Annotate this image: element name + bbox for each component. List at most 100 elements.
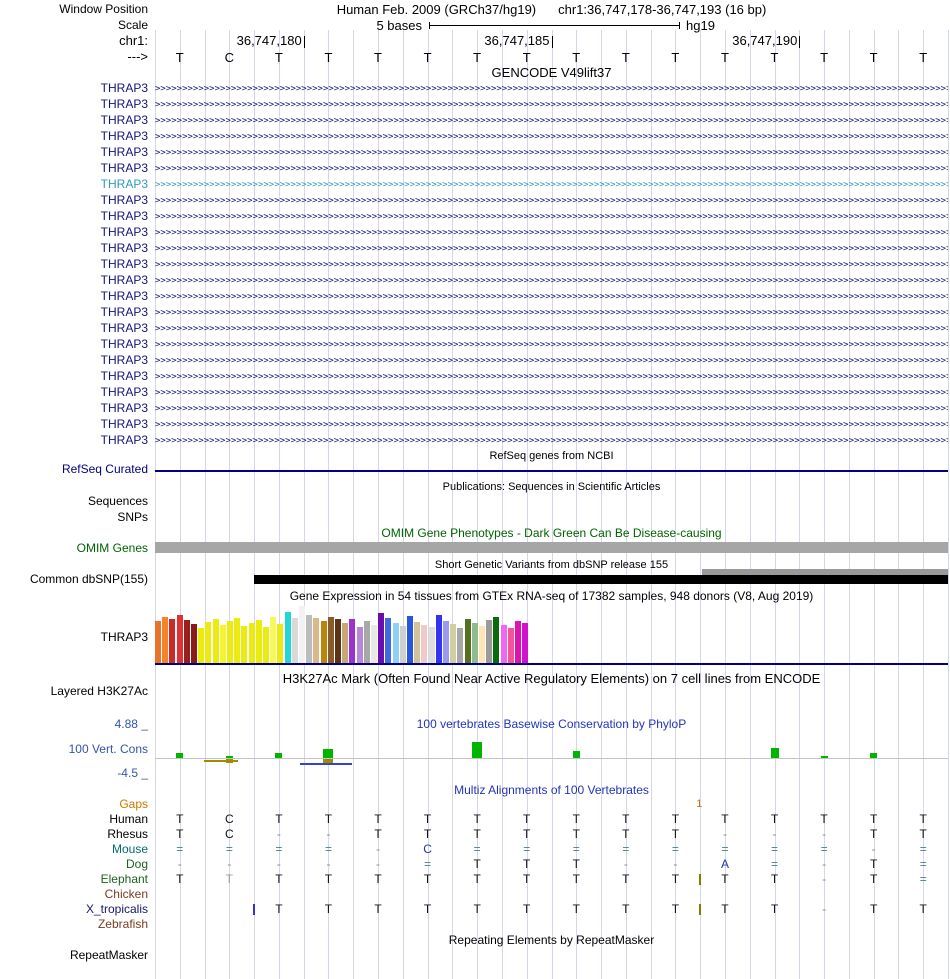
gtex-expression-bar[interactable] (515, 621, 521, 663)
gtex-expression-bar[interactable] (212, 619, 219, 663)
gtex-expression-bar[interactable] (464, 619, 471, 663)
multiz-species-label[interactable]: Chicken (0, 887, 148, 902)
transcript-label[interactable]: THRAP3 (0, 241, 148, 256)
transcript-intron-arrows[interactable]: >>>>>>>>>>>>>>>>>>>>>>>>>>>>>>>>>>>>>>>>… (155, 293, 948, 303)
transcript-intron-arrows[interactable]: >>>>>>>>>>>>>>>>>>>>>>>>>>>>>>>>>>>>>>>>… (155, 181, 948, 191)
transcript-label[interactable]: THRAP3 (0, 353, 148, 368)
transcript-intron-arrows[interactable]: >>>>>>>>>>>>>>>>>>>>>>>>>>>>>>>>>>>>>>>>… (155, 277, 948, 287)
gtex-expression-bar[interactable] (522, 623, 529, 663)
track-title-multiz[interactable]: Multiz Alignments of 100 Vertebrates (155, 784, 948, 797)
transcript-label[interactable]: THRAP3 (0, 209, 148, 224)
gtex-expression-bar[interactable] (335, 619, 341, 663)
dbsnp-label[interactable]: Common dbSNP(155) (0, 572, 148, 586)
multiz-species-label[interactable]: Rhesus (0, 827, 148, 842)
h3k27ac-label[interactable]: Layered H3K27Ac (0, 684, 148, 698)
transcript-intron-arrows[interactable]: >>>>>>>>>>>>>>>>>>>>>>>>>>>>>>>>>>>>>>>>… (155, 85, 948, 95)
gtex-expression-bar[interactable] (299, 606, 305, 663)
transcript-intron-arrows[interactable]: >>>>>>>>>>>>>>>>>>>>>>>>>>>>>>>>>>>>>>>>… (155, 213, 948, 223)
dbsnp-variant-black[interactable] (254, 575, 948, 584)
gtex-expression-bar[interactable] (313, 618, 320, 663)
transcript-label[interactable]: THRAP3 (0, 161, 148, 176)
gtex-expression-bar[interactable] (234, 618, 241, 663)
gtex-gene-label[interactable]: THRAP3 (0, 630, 148, 644)
gtex-expression-bar[interactable] (399, 626, 406, 663)
transcript-label[interactable]: THRAP3 (0, 273, 148, 288)
transcript-label[interactable]: THRAP3 (0, 257, 148, 272)
gtex-expression-bar[interactable] (371, 625, 377, 663)
gtex-expression-bar[interactable] (428, 627, 435, 663)
transcript-label[interactable]: THRAP3 (0, 129, 148, 144)
gtex-expression-bar[interactable] (500, 625, 507, 663)
gtex-expression-bar[interactable] (363, 621, 370, 663)
multiz-species-label[interactable]: X_tropicalis (0, 902, 148, 917)
transcript-intron-arrows[interactable]: >>>>>>>>>>>>>>>>>>>>>>>>>>>>>>>>>>>>>>>>… (155, 149, 948, 159)
transcript-label[interactable]: THRAP3 (0, 321, 148, 336)
multiz-species-label[interactable]: Zebrafish (0, 917, 148, 932)
transcript-label[interactable]: THRAP3 (0, 193, 148, 208)
transcript-intron-arrows[interactable]: >>>>>>>>>>>>>>>>>>>>>>>>>>>>>>>>>>>>>>>>… (155, 197, 948, 207)
transcript-intron-arrows[interactable]: >>>>>>>>>>>>>>>>>>>>>>>>>>>>>>>>>>>>>>>>… (155, 229, 948, 239)
transcript-intron-arrows[interactable]: >>>>>>>>>>>>>>>>>>>>>>>>>>>>>>>>>>>>>>>>… (155, 357, 948, 367)
omim-genes-label[interactable]: OMIM Genes (0, 541, 148, 555)
gtex-expression-bar[interactable] (169, 619, 176, 663)
track-title-h3k27ac[interactable]: H3K27Ac Mark (Often Found Near Active Re… (155, 672, 948, 685)
track-title-conservation[interactable]: 100 vertebrates Basewise Conservation by… (155, 718, 948, 731)
track-title-gencode[interactable]: GENCODE V49lift37 (155, 66, 948, 79)
transcript-label[interactable]: THRAP3 (0, 81, 148, 96)
transcript-intron-arrows[interactable]: >>>>>>>>>>>>>>>>>>>>>>>>>>>>>>>>>>>>>>>>… (155, 421, 948, 431)
refseq-curated-line[interactable] (155, 470, 948, 472)
track-title-publications[interactable]: Publications: Sequences in Scientific Ar… (155, 481, 948, 494)
gtex-expression-bar[interactable] (407, 616, 413, 663)
transcript-intron-arrows[interactable]: >>>>>>>>>>>>>>>>>>>>>>>>>>>>>>>>>>>>>>>>… (155, 437, 948, 447)
transcript-label[interactable]: THRAP3 (0, 401, 148, 416)
gtex-expression-bar[interactable] (205, 622, 212, 663)
gtex-expression-bar[interactable] (176, 615, 183, 663)
gtex-expression-bar[interactable] (342, 623, 349, 663)
gtex-expression-bar[interactable] (306, 615, 313, 663)
gtex-expression-bar[interactable] (241, 626, 248, 663)
multiz-species-label[interactable]: Elephant (0, 872, 148, 887)
transcript-label[interactable]: THRAP3 (0, 113, 148, 128)
gtex-expression-bar[interactable] (263, 627, 269, 663)
conservation-track-label[interactable]: 100 Vert. Cons (0, 742, 148, 756)
gtex-expression-bar[interactable] (414, 622, 421, 663)
repeatmasker-label[interactable]: RepeatMasker (0, 948, 148, 962)
gtex-expression-bar[interactable] (198, 628, 205, 663)
gtex-expression-bar[interactable] (191, 624, 197, 663)
gtex-expression-bar[interactable] (507, 628, 514, 663)
transcript-intron-arrows[interactable]: >>>>>>>>>>>>>>>>>>>>>>>>>>>>>>>>>>>>>>>>… (155, 245, 948, 255)
gtex-expression-bar[interactable] (320, 621, 327, 663)
gtex-expression-bar[interactable] (493, 617, 500, 663)
gtex-expression-bar[interactable] (486, 620, 493, 663)
transcript-intron-arrows[interactable]: >>>>>>>>>>>>>>>>>>>>>>>>>>>>>>>>>>>>>>>>… (155, 341, 948, 351)
gtex-expression-bar[interactable] (227, 621, 233, 663)
refseq-curated-label[interactable]: RefSeq Curated (0, 462, 148, 476)
gtex-expression-bar[interactable] (450, 624, 457, 663)
multiz-gaps-label[interactable]: Gaps (0, 797, 148, 812)
gtex-expression-bar[interactable] (155, 621, 161, 663)
transcript-label[interactable]: THRAP3 (0, 433, 148, 448)
transcript-intron-arrows[interactable]: >>>>>>>>>>>>>>>>>>>>>>>>>>>>>>>>>>>>>>>>… (155, 117, 948, 127)
transcript-label[interactable]: THRAP3 (0, 225, 148, 240)
gtex-expression-bar[interactable] (421, 625, 428, 663)
multiz-species-label[interactable]: Mouse (0, 842, 148, 857)
track-title-refseq[interactable]: RefSeq genes from NCBI (155, 450, 948, 463)
gtex-expression-bar[interactable] (277, 624, 284, 663)
gtex-expression-bar[interactable] (443, 621, 449, 663)
gtex-expression-bar[interactable] (385, 618, 392, 663)
transcript-label[interactable]: THRAP3 (0, 337, 148, 352)
transcript-label[interactable]: THRAP3 (0, 417, 148, 432)
track-title-omim[interactable]: OMIM Gene Phenotypes - Dark Green Can Be… (155, 527, 948, 540)
transcript-intron-arrows[interactable]: >>>>>>>>>>>>>>>>>>>>>>>>>>>>>>>>>>>>>>>>… (155, 165, 948, 175)
sequences-label[interactable]: Sequences (0, 494, 148, 508)
multiz-species-label[interactable]: Dog (0, 857, 148, 872)
transcript-intron-arrows[interactable]: >>>>>>>>>>>>>>>>>>>>>>>>>>>>>>>>>>>>>>>>… (155, 373, 948, 383)
transcript-intron-arrows[interactable]: >>>>>>>>>>>>>>>>>>>>>>>>>>>>>>>>>>>>>>>>… (155, 133, 948, 143)
gtex-expression-bar[interactable] (255, 620, 262, 663)
gtex-expression-bar[interactable] (378, 613, 385, 663)
transcript-label[interactable]: THRAP3 (0, 385, 148, 400)
gtex-expression-bar[interactable] (291, 618, 298, 663)
transcript-label[interactable]: THRAP3 (0, 145, 148, 160)
transcript-label[interactable]: THRAP3 (0, 177, 148, 192)
transcript-intron-arrows[interactable]: >>>>>>>>>>>>>>>>>>>>>>>>>>>>>>>>>>>>>>>>… (155, 309, 948, 319)
